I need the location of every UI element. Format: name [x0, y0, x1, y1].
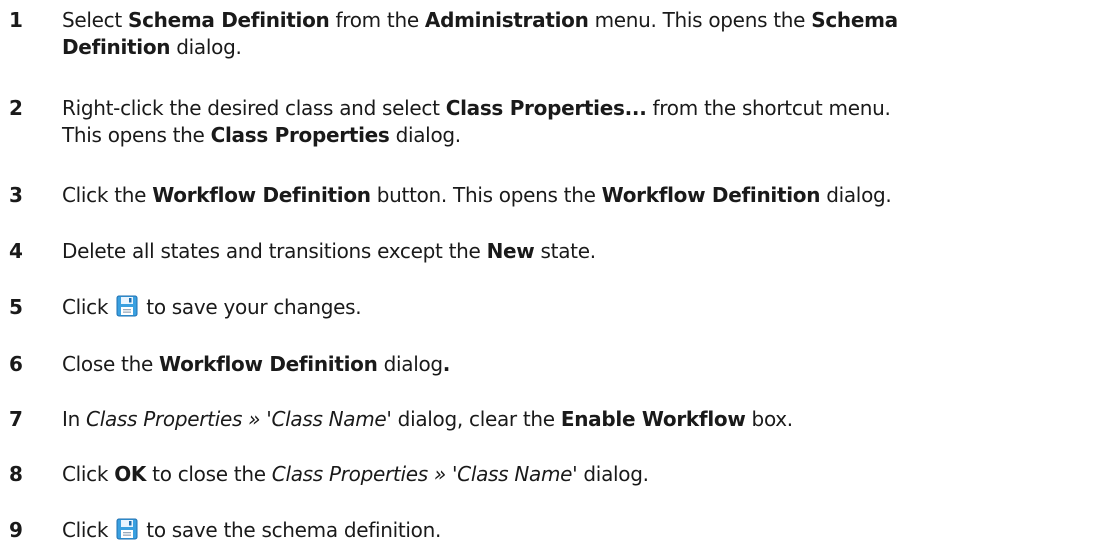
italic-term: Class Properties » 'Class Name' — [271, 462, 578, 486]
text-segment: In — [62, 407, 87, 431]
step-line: Right-click the desired class and select… — [62, 95, 1098, 122]
text-segment: button. This opens the — [370, 183, 602, 207]
text-segment: Click the — [62, 183, 153, 207]
step-number: 4 — [9, 239, 23, 263]
text-segment: Delete all states and transitions except… — [62, 239, 487, 263]
step-line: This opens the Class Properties dialog. — [62, 122, 1098, 149]
text-segment: from the shortcut menu. — [646, 96, 891, 120]
bold-term: Class Properties... — [445, 96, 647, 120]
text-segment: dialog. — [389, 123, 462, 147]
text-segment: to save your changes. — [140, 295, 362, 319]
bold-term: . — [442, 352, 451, 376]
step-number: 9 — [9, 518, 23, 542]
step-number: 6 — [9, 352, 23, 376]
step-list: 1 Select Schema Definition from the Admi… — [0, 0, 1103, 547]
step-number: 2 — [9, 96, 23, 120]
text-segment: dialog. — [577, 462, 649, 486]
bold-term: Schema — [811, 8, 898, 32]
step-line: Click to save your changes. — [62, 294, 1098, 324]
step-line: Definition dialog. — [62, 34, 1098, 61]
step-text: Close the Workflow Definition dialog. — [62, 351, 1098, 378]
step-number: 1 — [9, 8, 23, 32]
step-number: 5 — [9, 295, 23, 319]
text-segment: to close the — [146, 462, 272, 486]
text-segment: This opens the — [62, 123, 211, 147]
step-text: In Class Properties » 'Class Name' dialo… — [62, 406, 1098, 433]
bold-term: Workflow Definition — [152, 183, 371, 207]
step-text: Click the Workflow Definition button. Th… — [62, 182, 1098, 209]
step-line: Click the Workflow Definition button. Th… — [62, 182, 1098, 209]
text-segment: Right-click the desired class and select — [62, 96, 446, 120]
step-text: Click to save your changes. — [62, 294, 1098, 324]
italic-term: Class Properties » 'Class Name' — [86, 407, 392, 431]
bold-term: Class Properties — [210, 123, 390, 147]
text-segment: dialog, clear the — [391, 407, 561, 431]
text-segment: menu. This opens the — [588, 8, 812, 32]
bold-term: Definition — [62, 35, 171, 59]
bold-term: Workflow Definition — [601, 183, 821, 207]
bold-term: Enable Workflow — [560, 407, 746, 431]
text-segment: Close the — [62, 352, 160, 376]
text-segment: Select — [62, 8, 128, 32]
step-line: In Class Properties » 'Class Name' dialo… — [62, 406, 1098, 433]
step-line: Delete all states and transitions except… — [62, 238, 1098, 265]
text-segment: box. — [745, 407, 794, 431]
step-text: Delete all states and transitions except… — [62, 238, 1098, 265]
step-line: Click OK to close the Class Properties »… — [62, 461, 1098, 488]
save-icon — [116, 518, 138, 547]
step-line: Select Schema Definition from the Admini… — [62, 7, 1098, 34]
step-text: Right-click the desired class and select… — [62, 95, 1098, 149]
bold-term: New — [486, 239, 535, 263]
text-segment: Click — [62, 518, 115, 542]
step-line: Click to save the schema definition. — [62, 517, 1098, 547]
bold-term: OK — [114, 462, 147, 486]
text-segment: dialog. — [820, 183, 892, 207]
text-segment: dialog — [377, 352, 444, 376]
bold-term: Administration — [424, 8, 589, 32]
bold-term: Schema Definition — [127, 8, 330, 32]
step-number: 8 — [9, 462, 23, 486]
save-icon — [116, 295, 138, 324]
text-segment: from the — [329, 8, 425, 32]
step-text: Select Schema Definition from the Admini… — [62, 7, 1098, 61]
step-line: Close the Workflow Definition dialog. — [62, 351, 1098, 378]
step-number: 3 — [9, 183, 23, 207]
text-segment: state. — [534, 239, 597, 263]
text-segment: Click — [62, 462, 115, 486]
step-text: Click OK to close the Class Properties »… — [62, 461, 1098, 488]
step-number: 7 — [9, 407, 23, 431]
step-text: Click to save the schema definition. — [62, 517, 1098, 547]
text-segment: Click — [62, 295, 115, 319]
bold-term: Workflow Definition — [159, 352, 378, 376]
text-segment: to save the schema definition. — [140, 518, 442, 542]
text-segment: dialog. — [170, 35, 242, 59]
